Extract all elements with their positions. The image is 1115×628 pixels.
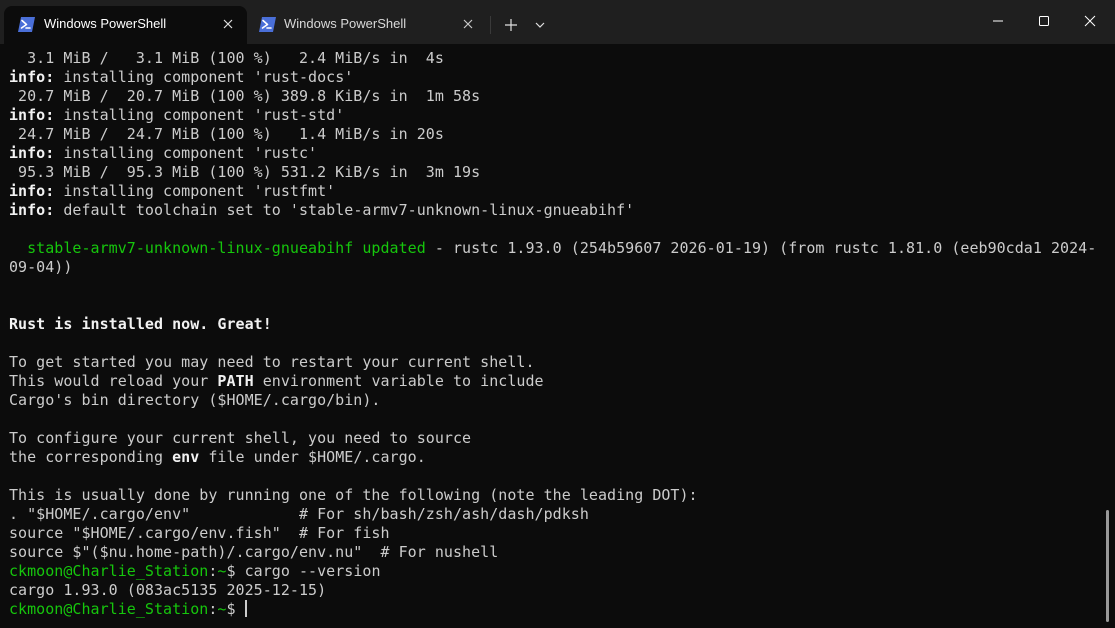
powershell-icon <box>18 17 35 32</box>
terminal-line: info: default toolchain set to 'stable-a… <box>9 201 1099 220</box>
terminal-text: . "$HOME/.cargo/env" # For sh/bash/zsh/a… <box>9 505 589 523</box>
terminal-line: stable-armv7-unknown-linux-gnueabihf upd… <box>9 239 1099 258</box>
terminal-line: Cargo's bin directory ($HOME/.cargo/bin)… <box>9 391 1099 410</box>
terminal-line: . "$HOME/.cargo/env" # For sh/bash/zsh/a… <box>9 505 1099 524</box>
terminal-line: ckmoon@Charlie_Station:~$ cargo --versio… <box>9 562 1099 581</box>
terminal-text: env <box>172 448 200 466</box>
terminal-text: 24.7 MiB / 24.7 MiB (100 %) 1.4 MiB/s in… <box>9 125 444 143</box>
terminal-text: ckmoon@Charlie_Station <box>9 562 209 580</box>
terminal-line: To get started you may need to restart y… <box>9 353 1099 372</box>
terminal-line: info: installing component 'rust-std' <box>9 106 1099 125</box>
terminal-text: installing component 'rust-docs' <box>54 68 354 86</box>
terminal-line: source $"($nu.home-path)/.cargo/env.nu" … <box>9 543 1099 562</box>
terminal-line: info: installing component 'rust-docs' <box>9 68 1099 87</box>
terminal-text: 09-04)) <box>9 258 73 276</box>
terminal-line: To configure your current shell, you nee… <box>9 429 1099 448</box>
terminal-text: $ <box>226 600 245 618</box>
terminal-text: source "$HOME/.cargo/env.fish" # For fis… <box>9 524 390 542</box>
terminal-line: This is usually done by running one of t… <box>9 486 1099 505</box>
terminal-text: info: <box>9 182 55 200</box>
terminal-text: installing component 'rustfmt' <box>54 182 336 200</box>
terminal-text: This would reload your <box>9 372 218 390</box>
maximize-button[interactable] <box>1021 6 1067 36</box>
terminal-text: $ cargo --version <box>226 562 381 580</box>
powershell-icon <box>259 17 276 32</box>
text-cursor <box>244 600 247 617</box>
title-bar[interactable]: Windows PowerShell Windows PowerShell <box>0 0 1115 44</box>
terminal-line: info: installing component 'rustc' <box>9 144 1099 163</box>
terminal-line: 20.7 MiB / 20.7 MiB (100 %) 389.8 KiB/s … <box>9 87 1099 106</box>
terminal-text: To get started you may need to restart y… <box>9 353 535 371</box>
terminal-text: - rustc 1.93.0 (254b59607 2026-01-19) (f… <box>425 239 1097 257</box>
terminal-line: cargo 1.93.0 (083ac5135 2025-12-15) <box>9 581 1099 600</box>
terminal-text: 95.3 MiB / 95.3 MiB (100 %) 531.2 KiB/s … <box>9 163 481 181</box>
terminal-text: environment variable to include <box>253 372 544 390</box>
terminal-text: This is usually done by running one of t… <box>9 486 698 504</box>
tab-windows-powershell-2[interactable]: Windows PowerShell <box>249 6 487 44</box>
close-tab-icon[interactable] <box>459 15 477 33</box>
terminal-line: info: installing component 'rustfmt' <box>9 182 1099 201</box>
terminal-text: PATH <box>217 372 254 390</box>
tab-title: Windows PowerShell <box>44 16 167 31</box>
terminal-output[interactable]: 3.1 MiB / 3.1 MiB (100 %) 2.4 MiB/s in 4… <box>9 49 1099 624</box>
terminal-line: source "$HOME/.cargo/env.fish" # For fis… <box>9 524 1099 543</box>
terminal-text: 20.7 MiB / 20.7 MiB (100 %) 389.8 KiB/s … <box>9 87 481 105</box>
terminal-text: Cargo's bin directory ($HOME/.cargo/bin)… <box>9 391 381 409</box>
terminal-text: default toolchain set to 'stable-armv7-u… <box>54 201 635 219</box>
terminal-line: This would reload your PATH environment … <box>9 372 1099 391</box>
terminal-line: ckmoon@Charlie_Station:~$ <box>9 600 1099 619</box>
tab-dropdown-button[interactable] <box>528 13 552 37</box>
terminal-text: info: <box>9 144 55 162</box>
terminal-window: Windows PowerShell Windows PowerShell 3.… <box>0 0 1115 628</box>
close-window-button[interactable] <box>1067 6 1113 36</box>
terminal-text: Rust is installed now. Great! <box>9 315 272 333</box>
terminal-text: info: <box>9 106 55 124</box>
tab-title: Windows PowerShell <box>284 16 407 31</box>
terminal-line: 24.7 MiB / 24.7 MiB (100 %) 1.4 MiB/s in… <box>9 125 1099 144</box>
terminal-text: info: <box>9 201 55 219</box>
terminal-text: file under $HOME/.cargo. <box>199 448 426 466</box>
tab-separator <box>490 16 491 34</box>
terminal-line: 09-04)) <box>9 258 1099 277</box>
terminal-line: 3.1 MiB / 3.1 MiB (100 %) 2.4 MiB/s in 4… <box>9 49 1099 68</box>
tab-windows-powershell-1[interactable]: Windows PowerShell <box>4 6 247 44</box>
terminal-text: installing component 'rustc' <box>54 144 318 162</box>
scrollbar-thumb[interactable] <box>1106 510 1109 622</box>
terminal-line: 95.3 MiB / 95.3 MiB (100 %) 531.2 KiB/s … <box>9 163 1099 182</box>
terminal-text: To configure your current shell, you nee… <box>9 429 472 447</box>
terminal-text: 3.1 MiB / 3.1 MiB (100 %) 2.4 MiB/s in 4… <box>9 49 444 67</box>
new-tab-button[interactable] <box>499 13 523 37</box>
terminal-text: ckmoon@Charlie_Station <box>9 600 209 618</box>
minimize-button[interactable] <box>975 6 1021 36</box>
terminal-line: the corresponding env file under $HOME/.… <box>9 448 1099 467</box>
terminal-text: cargo 1.93.0 (083ac5135 2025-12-15) <box>9 581 327 599</box>
plus-icon <box>499 19 523 41</box>
close-tab-icon[interactable] <box>219 15 237 33</box>
terminal-text: stable-armv7-unknown-linux-gnueabihf upd… <box>9 239 426 257</box>
terminal-text: installing component 'rust-std' <box>54 106 345 124</box>
terminal-text: source $"($nu.home-path)/.cargo/env.nu" … <box>9 543 499 561</box>
chevron-down-icon <box>528 22 552 41</box>
terminal-text: info: <box>9 68 55 86</box>
terminal-text: the corresponding <box>9 448 173 466</box>
terminal-line: Rust is installed now. Great! <box>9 315 1099 334</box>
